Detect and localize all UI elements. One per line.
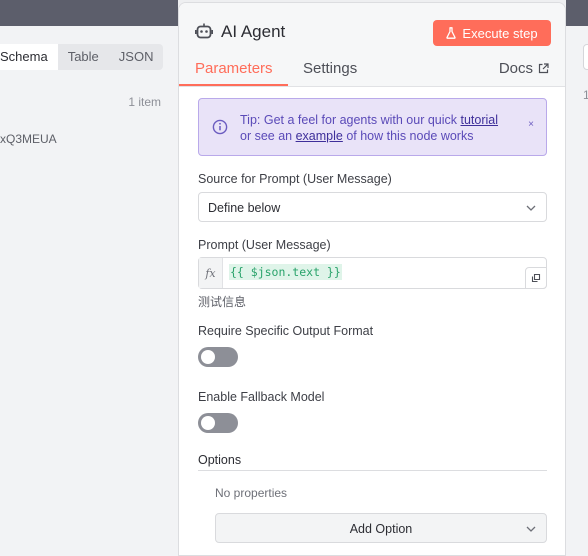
output-item-count: 1: [583, 88, 588, 102]
tab-settings[interactable]: Settings: [303, 60, 357, 77]
tip-middle: or see an: [240, 129, 296, 143]
output-panel: [566, 26, 588, 556]
expand-editor-icon[interactable]: [525, 267, 547, 289]
add-option-button[interactable]: Add Option: [215, 513, 547, 543]
external-link-icon: [538, 63, 549, 74]
tab-schema[interactable]: Schema: [0, 44, 58, 70]
tutorial-link[interactable]: tutorial: [460, 113, 498, 127]
example-link[interactable]: example: [296, 129, 343, 143]
flask-icon: [446, 27, 457, 39]
tip-suffix: of how this node works: [342, 129, 474, 143]
tab-json[interactable]: JSON: [109, 44, 164, 70]
fallback-label: Enable Fallback Model: [198, 390, 325, 404]
fallback-toggle[interactable]: [198, 413, 238, 433]
open-editor-icon: [531, 273, 541, 283]
node-title: AI Agent: [221, 22, 286, 41]
chevron-down-icon: [526, 205, 536, 211]
output-format-toggle[interactable]: [198, 347, 238, 367]
tab-parameters[interactable]: Parameters: [195, 60, 273, 77]
view-tabs: Schema Table JSON: [0, 44, 164, 70]
panel-tabs: Parameters Settings Docs: [179, 53, 565, 87]
active-tab-indicator: [179, 84, 288, 86]
tab-docs[interactable]: Docs: [499, 60, 549, 77]
fx-icon: fx: [199, 258, 223, 288]
left-topbar: [0, 0, 178, 26]
options-divider: [198, 470, 547, 471]
docs-label: Docs: [498, 60, 533, 77]
source-label: Source for Prompt (User Message): [198, 172, 392, 186]
prompt-preview: 测试信息: [198, 295, 247, 309]
node-details-panel: AI Agent Execute step Parameters Setting…: [178, 2, 566, 556]
output-panel-control[interactable]: [583, 44, 588, 70]
prompt-label: Prompt (User Message): [198, 238, 331, 252]
tip-text: Tip: Get a feel for agents with our quic…: [240, 112, 520, 144]
source-select-value: Define below: [208, 201, 281, 215]
right-topbar: [566, 0, 588, 26]
row-value: xQ3MEUA: [0, 132, 57, 146]
node-header: AI Agent Execute step Parameters Setting…: [179, 3, 565, 87]
chevron-down-icon: [526, 526, 536, 532]
close-icon[interactable]: ×: [528, 119, 534, 130]
options-label: Options: [198, 453, 242, 467]
output-format-label: Require Specific Output Format: [198, 324, 374, 338]
tip-callout: Tip: Get a feel for agents with our quic…: [198, 98, 547, 156]
info-icon: [212, 119, 228, 135]
prompt-expression: {{ $json.text }}: [229, 264, 342, 280]
tip-prefix: Tip: Get a feel for agents with our quic…: [240, 113, 461, 127]
prompt-expression-input[interactable]: fx {{ $json.text }}: [198, 257, 547, 289]
tab-table[interactable]: Table: [58, 44, 109, 70]
source-select[interactable]: Define below: [198, 192, 547, 222]
add-option-label: Add Option: [349, 522, 413, 536]
execute-step-label: Execute step: [462, 25, 538, 41]
robot-icon: [195, 23, 213, 39]
no-properties-text: No properties: [215, 486, 288, 500]
item-count: 1 item: [128, 95, 161, 109]
execute-step-button[interactable]: Execute step: [433, 20, 551, 46]
